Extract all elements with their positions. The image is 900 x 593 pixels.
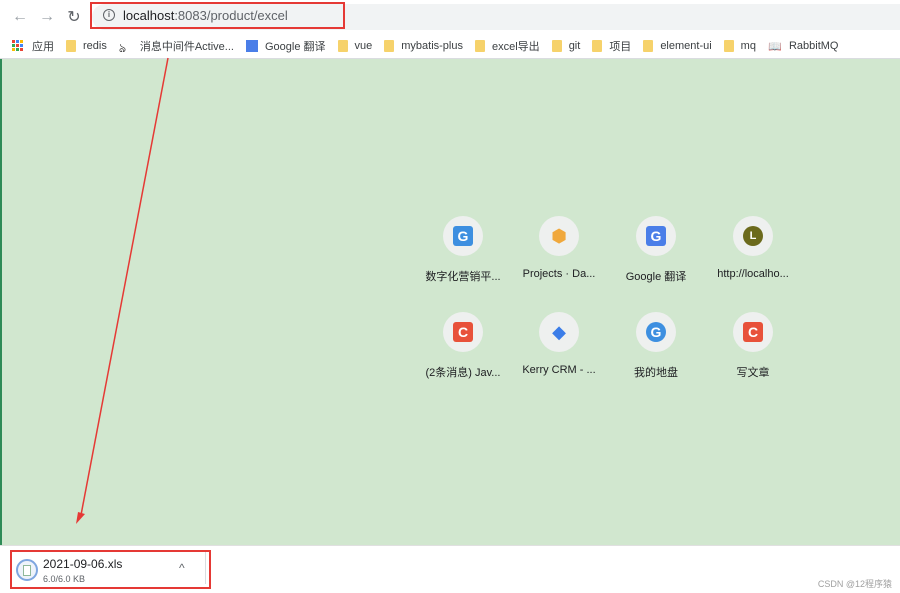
bookmark-label: redis [83, 39, 107, 52]
url-annotation-box [90, 2, 345, 29]
shortcut-label: Kerry CRM - ... [522, 364, 596, 376]
shortcut-icon-circle: C [443, 312, 483, 352]
letter-l-icon: L [743, 226, 763, 246]
shortcut-label: http://localho... [717, 268, 789, 280]
cloud-disk-icon: G [646, 322, 666, 342]
bookmark-item[interactable]: mybatis-plus [384, 39, 463, 52]
csdn-icon: C [453, 322, 473, 342]
bookmarks-bar: 应用 redis ঌ 消息中间件Active... Google 翻译 vue mybati… [0, 33, 900, 59]
forward-arrow-icon: → [39, 8, 55, 25]
shortcut-tile[interactable]: ◆ Kerry CRM - ... [511, 312, 607, 376]
bookmark-label: element-ui [660, 39, 712, 52]
download-shelf: 2021-09-06.xls 6.0/6.0 KB ^ [0, 545, 900, 593]
bookmark-item[interactable]: 项目 [592, 38, 631, 54]
browser-toolbar: ← → ↻ i localhost:8083/product/excel [0, 0, 900, 33]
download-item[interactable]: 2021-09-06.xls 6.0/6.0 KB ^ [10, 550, 211, 589]
shortcut-icon-circle: ⬢ [539, 216, 579, 256]
shortcut-label: Google 翻译 [625, 271, 687, 283]
bookmark-label: git [568, 39, 581, 52]
google-translate-icon [245, 39, 258, 52]
google-translate-icon: G [646, 226, 666, 246]
book-icon: 📖 [767, 40, 782, 53]
bookmark-label: mq [740, 39, 756, 52]
bookmark-item[interactable]: redis [66, 39, 107, 52]
download-size: 6.0/6.0 KB [43, 574, 86, 584]
shortcut-tile[interactable]: G 我的地盘 [608, 312, 704, 380]
folder-icon [66, 39, 76, 52]
shortcut-tile[interactable]: C (2条消息) Jav... [415, 312, 511, 380]
window-edge [0, 59, 2, 545]
folder-icon [337, 39, 348, 52]
bookmark-item[interactable]: vue [337, 39, 373, 52]
bookmark-label: 项目 [609, 40, 632, 53]
reload-icon: ↻ [67, 9, 81, 26]
shortcut-tile[interactable]: ⬢ Projects · Da... [511, 216, 607, 280]
folder-icon [384, 39, 395, 52]
shortcut-icon-circle: G [636, 312, 676, 352]
csdn-icon: C [743, 322, 763, 342]
shortcut-label: 数字化营销平... [425, 271, 501, 283]
divider [205, 552, 206, 584]
bookmark-label: excel导出 [492, 40, 540, 53]
bookmark-label: 应用 [32, 40, 54, 53]
shortcut-icon-circle: G [443, 216, 483, 256]
folder-icon [592, 39, 603, 52]
reload-button[interactable]: ↻ [63, 6, 85, 28]
new-tab-page: G 数字化营销平... ⬢ Projects · Da... G Google 翻译 Lht… [0, 59, 900, 545]
jira-icon: ◆ [552, 321, 566, 342]
shortcut-icon-circle: ◆ [539, 312, 579, 352]
bookmark-item[interactable]: excel导出 [475, 38, 540, 54]
bookmark-label: vue [354, 39, 373, 52]
projects-icon: ⬢ [551, 225, 567, 246]
shortcut-label: 我的地盘 [634, 367, 678, 379]
shortcut-tile[interactable]: G 数字化营销平... [415, 216, 511, 284]
watermark: CSDN @12程序猿 [817, 579, 892, 589]
folder-icon [723, 39, 734, 52]
folder-icon [643, 39, 654, 52]
bookmark-item[interactable]: 应用 [12, 38, 54, 54]
chevron-up-icon[interactable]: ^ [179, 561, 185, 575]
bookmark-item[interactable]: ঌ 消息中间件Active... [118, 38, 234, 55]
xls-file-icon [16, 559, 38, 581]
shortcut-icon-circle: G [636, 216, 676, 256]
marketing-platform-icon: G [453, 226, 473, 246]
shortcut-tile[interactable]: Lhttp://localho... [705, 216, 801, 280]
folder-icon [475, 39, 485, 52]
activemq-icon: ঌ [118, 40, 127, 55]
forward-button[interactable]: → [36, 6, 58, 28]
bookmark-label: mybatis-plus [401, 39, 463, 52]
bookmark-item[interactable]: 📖 RabbitMQ [767, 39, 839, 53]
shortcut-icon-circle: C [733, 312, 773, 352]
download-filename: 2021-09-06.xls [43, 557, 123, 571]
bookmark-label: RabbitMQ [788, 39, 839, 52]
folder-icon [551, 39, 562, 52]
shortcut-icon-circle: L [733, 216, 773, 256]
bookmark-item[interactable]: mq [723, 39, 756, 52]
back-arrow-icon: ← [12, 8, 28, 25]
bookmark-label: 消息中间件Active... [139, 40, 234, 53]
shortcut-label: (2条消息) Jav... [425, 367, 501, 379]
shortcut-tile[interactable]: C 写文章 [705, 312, 801, 380]
shortcut-label: Projects · Da... [522, 268, 596, 280]
apps-icon [12, 39, 24, 52]
bookmark-label: Google 翻译 [264, 40, 326, 53]
shortcut-label: 写文章 [736, 367, 770, 379]
bookmark-item[interactable]: git [551, 39, 581, 52]
bookmark-item[interactable]: Google 翻译 [245, 38, 326, 54]
bookmark-item[interactable]: element-ui [643, 39, 712, 52]
back-button[interactable]: ← [9, 6, 31, 28]
shortcut-tile[interactable]: G Google 翻译 [608, 216, 704, 284]
